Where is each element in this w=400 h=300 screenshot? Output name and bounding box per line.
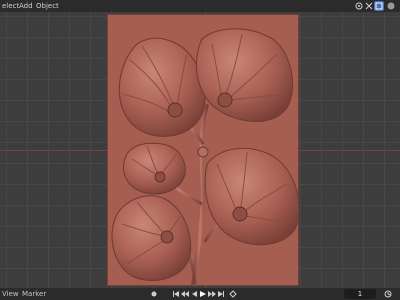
viewport-gizmo-icon[interactable] bbox=[354, 1, 364, 11]
jump-end-icon[interactable] bbox=[217, 290, 225, 298]
jump-start-icon[interactable] bbox=[172, 290, 180, 298]
menu-object[interactable]: Object bbox=[34, 1, 61, 11]
menu-view[interactable]: View bbox=[2, 289, 19, 299]
shading-dropdown-icon[interactable] bbox=[386, 1, 396, 11]
current-frame-field[interactable]: 1 bbox=[344, 289, 376, 299]
relief-panel[interactable] bbox=[107, 14, 299, 286]
timeline-header: View Marker 1 bbox=[0, 288, 400, 300]
keying-icon[interactable] bbox=[229, 290, 237, 298]
next-keyframe-icon[interactable] bbox=[208, 290, 216, 298]
overlay-icon[interactable] bbox=[374, 1, 384, 11]
prev-keyframe-icon[interactable] bbox=[181, 290, 189, 298]
clock-icon[interactable] bbox=[384, 290, 392, 298]
play-reverse-icon[interactable] bbox=[190, 290, 198, 298]
poppy-middle-left bbox=[123, 142, 186, 195]
poppy-bud bbox=[197, 146, 209, 158]
menu-add[interactable]: Add bbox=[17, 1, 35, 11]
close-icon[interactable] bbox=[364, 1, 374, 11]
menu-marker[interactable]: Marker bbox=[22, 289, 46, 299]
play-icon[interactable] bbox=[199, 290, 207, 298]
3d-viewport[interactable] bbox=[0, 12, 400, 288]
record-icon[interactable] bbox=[150, 290, 158, 298]
viewport-header: elect Add Object bbox=[0, 0, 400, 12]
